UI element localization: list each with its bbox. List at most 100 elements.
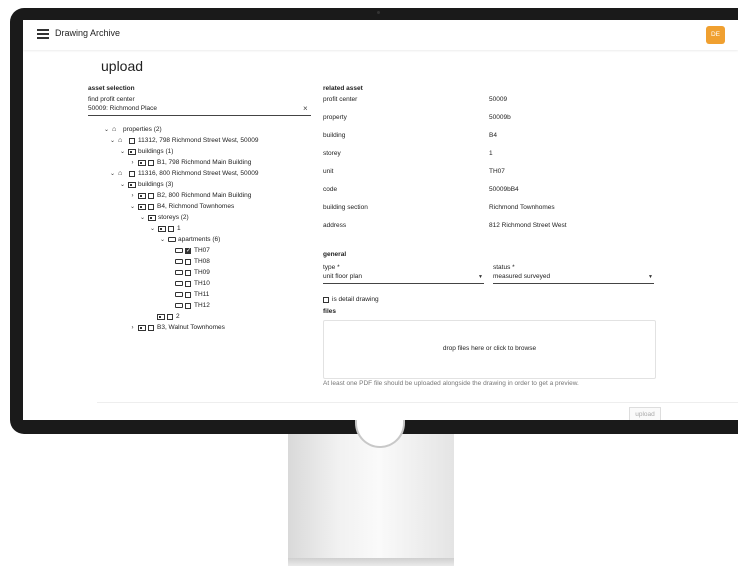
footer-divider (97, 402, 738, 403)
related-key: property (323, 114, 347, 121)
tree-label: TH12 (194, 302, 210, 309)
user-avatar[interactable]: DE (706, 26, 725, 44)
tree-checkbox[interactable] (185, 291, 191, 298)
tree-checkbox-checked[interactable] (185, 247, 191, 254)
tree-checkbox[interactable] (185, 258, 191, 265)
tree-node-property-11312[interactable]: ⌄ ⌂ 11312, 798 Richmond Street West, 500… (109, 135, 258, 146)
tree-label: TH08 (194, 258, 210, 265)
tree-node-th12[interactable]: TH12 (175, 300, 210, 311)
tree-node-b1[interactable]: › B1, 798 Richmond Main Building (129, 157, 252, 168)
tree-checkbox[interactable] (148, 192, 154, 199)
tree-node-th11[interactable]: TH11 (175, 289, 209, 300)
tree-node-th08[interactable]: TH08 (175, 256, 210, 267)
tree-checkbox[interactable] (148, 159, 154, 166)
tree-label: 11312, 798 Richmond Street West, 50009 (138, 137, 259, 144)
chevron-down-icon[interactable]: ⌄ (109, 137, 116, 144)
tree-label: B1, 798 Richmond Main Building (157, 159, 252, 166)
tree-label: TH10 (194, 280, 210, 287)
tree-node-th09[interactable]: TH09 (175, 267, 210, 278)
upload-button[interactable]: upload (629, 407, 661, 420)
tree-checkbox[interactable] (185, 302, 191, 309)
tree-checkbox[interactable] (129, 170, 135, 177)
tree-checkbox[interactable] (185, 269, 191, 276)
related-key: address (323, 222, 347, 229)
related-value: Richmond Townhomes (489, 204, 555, 211)
tree-node-b4[interactable]: ⌄ B4, Richmond Townhomes (129, 201, 234, 212)
building-icon (138, 324, 146, 331)
related-key: profit center (323, 96, 358, 103)
camera-dot (377, 11, 380, 14)
tree-label: B4, Richmond Townhomes (157, 203, 235, 210)
hamburger-menu-icon[interactable] (37, 29, 49, 39)
chevron-down-icon[interactable]: ⌄ (129, 203, 136, 210)
tree-node-b3[interactable]: › B3, Walnut Townhomes (129, 322, 225, 333)
clear-icon[interactable]: × (303, 104, 308, 113)
tree-node-property-11316[interactable]: ⌄ ⌂ 11316, 800 Richmond Street West, 500… (109, 168, 258, 179)
tree-checkbox[interactable] (168, 225, 174, 232)
tree-node-th07[interactable]: TH07 (175, 245, 210, 256)
related-value: 1 (489, 150, 493, 157)
tree-label: 11316, 800 Richmond Street West, 50009 (138, 170, 259, 177)
related-key: building (323, 132, 346, 139)
tree-checkbox[interactable] (148, 203, 154, 210)
app-header: Drawing Archive DE (23, 20, 738, 50)
tree-checkbox[interactable] (148, 324, 154, 331)
apartment-icon (175, 259, 183, 264)
building-icon (138, 192, 146, 199)
tree-node-b2[interactable]: › B2, 800 Richmond Main Building (129, 190, 252, 201)
type-select[interactable]: unit floor plan (323, 273, 362, 280)
files-heading: files (323, 308, 337, 315)
related-key: building section (323, 204, 368, 211)
tree-label: 2 (176, 313, 180, 320)
profit-center-input[interactable]: 50009: Richmond Place (88, 105, 157, 112)
chevron-down-icon[interactable]: ⌄ (103, 126, 110, 133)
related-value: 50009b (489, 114, 511, 121)
profit-center-label: find profit center (88, 96, 135, 103)
tree-label: buildings (1) (138, 148, 174, 155)
apartment-icon (175, 270, 183, 275)
checkbox[interactable] (323, 296, 329, 303)
related-key: storey (323, 150, 341, 157)
file-dropzone[interactable]: drop files here or click to browse (323, 320, 656, 379)
tree-node-buildings-1[interactable]: ⌄ buildings (1) (119, 146, 173, 157)
tree-checkbox[interactable] (129, 137, 135, 144)
page-title: upload (101, 58, 144, 74)
chevron-down-icon[interactable]: ⌄ (109, 170, 116, 177)
chevron-right-icon[interactable]: › (129, 193, 136, 199)
related-key: code (323, 186, 338, 193)
chevron-down-icon[interactable]: ⌄ (119, 148, 126, 155)
property-icon: ⌂ (118, 169, 123, 177)
tree-checkbox[interactable] (167, 313, 173, 320)
status-select-underline (493, 283, 654, 284)
detail-drawing-checkbox[interactable]: is detail drawing (323, 294, 379, 305)
tree-node-storeys[interactable]: ⌄ storeys (2) (139, 212, 189, 223)
tree-node-storey-1[interactable]: ⌄ 1 (149, 223, 181, 234)
building-icon (138, 159, 146, 166)
chevron-right-icon[interactable]: › (129, 160, 136, 166)
chevron-right-icon[interactable]: › (129, 325, 136, 331)
tree-checkbox[interactable] (185, 280, 191, 287)
apartment-icon (168, 237, 176, 242)
chevron-down-icon[interactable]: ⌄ (139, 214, 146, 221)
property-icon: ⌂ (112, 125, 117, 133)
chevron-down-icon[interactable]: ⌄ (119, 181, 126, 188)
building-icon (128, 181, 136, 188)
status-select[interactable]: measured surveyed (493, 273, 550, 280)
type-label: type * (323, 264, 340, 271)
tree-node-properties[interactable]: ⌄ ⌂ properties (2) (103, 124, 162, 135)
related-asset-heading: related asset (323, 85, 363, 92)
type-select-underline (323, 283, 484, 284)
tree-node-th10[interactable]: TH10 (175, 278, 210, 289)
tree-node-apartments[interactable]: ⌄ apartments (6) (159, 234, 220, 245)
tree-node-buildings-3[interactable]: ⌄ buildings (3) (119, 179, 173, 190)
chevron-down-icon[interactable]: ⌄ (149, 225, 156, 232)
asset-selection-heading: asset selection (88, 85, 135, 92)
tree-label: B2, 800 Richmond Main Building (157, 192, 252, 199)
general-heading: general (323, 251, 347, 258)
dropdown-caret-icon[interactable]: ▼ (648, 274, 653, 280)
chevron-down-icon[interactable]: ⌄ (159, 236, 166, 243)
tree-node-storey-2[interactable]: 2 (157, 311, 180, 322)
related-value: 50009 (489, 96, 508, 103)
dropdown-caret-icon[interactable]: ▼ (478, 274, 483, 280)
related-value: B4 (489, 132, 497, 139)
